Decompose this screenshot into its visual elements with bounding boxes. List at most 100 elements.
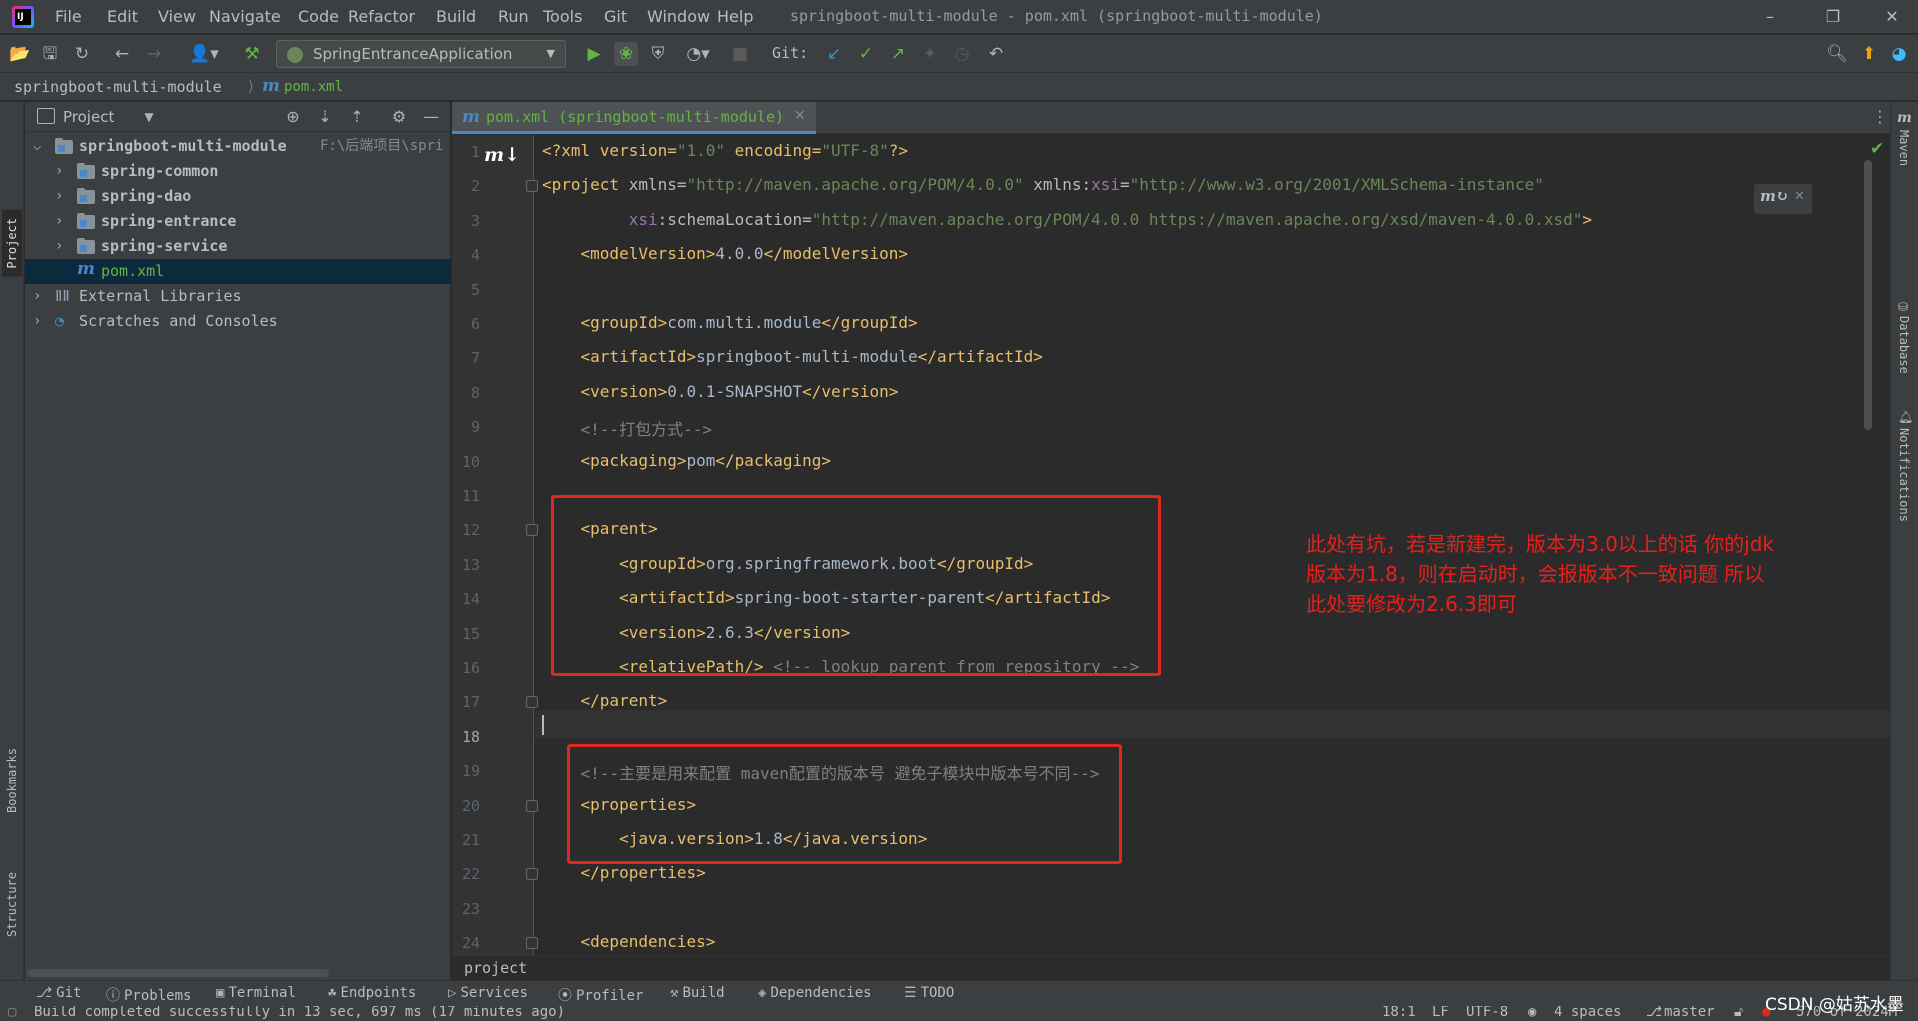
lock-icon[interactable]: 🔓︎ bbox=[1734, 1006, 1743, 1020]
menu-edit[interactable]: Edit bbox=[107, 7, 138, 26]
line-separator[interactable]: LF bbox=[1432, 1006, 1449, 1020]
indent-setting[interactable]: 4 spaces bbox=[1554, 1006, 1621, 1020]
notifications-tool-button[interactable]: Notifications bbox=[1897, 428, 1911, 522]
close-icon[interactable]: ✕ bbox=[794, 108, 806, 124]
status-toggle-icon[interactable]: ▢ bbox=[8, 1006, 16, 1020]
minimize-icon[interactable]: – bbox=[1750, 4, 1790, 30]
file-encoding[interactable]: UTF-8 bbox=[1466, 1006, 1508, 1020]
eye-icon[interactable]: ◉ bbox=[1528, 1006, 1536, 1020]
chevron-down-icon[interactable]: ▼ bbox=[139, 107, 159, 127]
structure-tool-button[interactable]: Structure bbox=[5, 872, 19, 937]
account-icon[interactable]: 👤▾ bbox=[186, 42, 222, 66]
git-commit-icon[interactable]: ✓ bbox=[854, 42, 878, 66]
tree-item-external-libraries[interactable]: › ⅡⅡ External Libraries bbox=[25, 284, 451, 309]
menu-git[interactable]: Git bbox=[604, 7, 627, 26]
gear-icon[interactable]: ⚙ bbox=[389, 107, 409, 127]
rollback-icon[interactable]: ↶ bbox=[984, 42, 1008, 66]
fold-marker-icon[interactable] bbox=[526, 799, 538, 812]
tree-item-module[interactable]: › spring-dao bbox=[25, 184, 451, 209]
tree-root-project[interactable]: ⌵ springboot-multi-module F:\后端项目\spri bbox=[25, 134, 451, 159]
menu-window[interactable]: Window bbox=[647, 7, 710, 26]
vertical-scrollbar[interactable] bbox=[1864, 160, 1872, 430]
menu-file[interactable]: File bbox=[55, 7, 82, 26]
stop-icon[interactable]: ■ bbox=[728, 42, 752, 66]
bookmarks-tool-button[interactable]: Bookmarks bbox=[5, 748, 19, 813]
git-update-icon[interactable]: ↙ bbox=[822, 42, 846, 66]
back-icon[interactable]: ← bbox=[110, 42, 134, 66]
tree-item-module[interactable]: › spring-common bbox=[25, 159, 451, 184]
tree-item-scratches[interactable]: › ◔ Scratches and Consoles bbox=[25, 309, 451, 334]
caret-position[interactable]: 18:1 bbox=[1382, 1006, 1416, 1020]
tool-build[interactable]: ⚒ Build bbox=[670, 985, 725, 1001]
editor-breadcrumb-label[interactable]: project bbox=[464, 959, 527, 977]
maven-load-changes-icon[interactable]: m↓ bbox=[484, 144, 520, 166]
tool-todo[interactable]: ☰ TODO bbox=[904, 985, 954, 1001]
horizontal-scrollbar[interactable] bbox=[27, 969, 329, 977]
tool-dependencies[interactable]: ◈ Dependencies bbox=[758, 985, 872, 1001]
inspection-ok-icon[interactable]: ✔ bbox=[1870, 139, 1884, 159]
debug-icon[interactable]: ❀ bbox=[614, 42, 638, 66]
menu-tools[interactable]: Tools bbox=[543, 7, 582, 26]
status-message[interactable]: Build completed successfully in 13 sec, … bbox=[34, 1006, 565, 1020]
fold-marker-icon[interactable] bbox=[526, 937, 538, 950]
forward-icon[interactable]: → bbox=[142, 42, 166, 66]
menu-navigate[interactable]: Navigate bbox=[209, 7, 281, 26]
menu-build[interactable]: Build bbox=[436, 7, 476, 26]
tool-terminal[interactable]: ▣ Terminal bbox=[216, 985, 296, 1001]
tool-endpoints[interactable]: ☘ Endpoints bbox=[328, 985, 416, 1001]
coverage-icon[interactable]: ⛨ bbox=[646, 42, 670, 66]
plugins-icon[interactable]: ◕ bbox=[1887, 42, 1911, 66]
update-icon[interactable]: ⬆ bbox=[1857, 42, 1881, 66]
tool-services[interactable]: ▷ Services bbox=[448, 985, 528, 1001]
project-tool-button[interactable]: Project bbox=[2, 210, 22, 277]
run-icon[interactable]: ▶ bbox=[582, 42, 606, 66]
fold-marker-icon[interactable] bbox=[526, 868, 538, 881]
restore-icon[interactable]: ❐ bbox=[1813, 4, 1853, 30]
menu-code[interactable]: Code bbox=[298, 7, 339, 26]
project-panel-title[interactable]: Project bbox=[63, 108, 114, 126]
profile-icon[interactable]: ◔▾ bbox=[680, 42, 716, 66]
database-tool-button[interactable]: Database bbox=[1897, 316, 1911, 374]
sync-icon[interactable]: ↻ bbox=[70, 42, 94, 66]
maven-tool-button[interactable]: Maven bbox=[1897, 130, 1911, 166]
chevron-right-icon[interactable]: › bbox=[55, 159, 69, 184]
menu-refactor[interactable]: Refactor bbox=[348, 7, 415, 26]
chevron-down-icon[interactable]: ⌵ bbox=[33, 134, 47, 159]
save-icon[interactable]: 🖫 bbox=[38, 42, 62, 66]
chevron-right-icon[interactable]: › bbox=[33, 309, 47, 334]
hide-panel-icon[interactable]: — bbox=[421, 107, 441, 127]
menu-view[interactable]: View bbox=[158, 7, 196, 26]
tab-pom-xml[interactable]: m pom.xml (springboot-multi-module) ✕ bbox=[452, 102, 816, 134]
fold-marker-icon[interactable] bbox=[526, 696, 538, 709]
build-hammer-icon[interactable]: ⚒ bbox=[240, 42, 264, 66]
tool-problems[interactable]: ⓘ Problems bbox=[106, 985, 191, 1005]
open-folder-icon[interactable]: 📂 bbox=[8, 42, 32, 66]
locate-icon[interactable]: ⊕ bbox=[283, 107, 303, 127]
chevron-right-icon[interactable]: › bbox=[55, 184, 69, 209]
git-pull-icon[interactable]: ✦ bbox=[918, 42, 942, 66]
tree-item-pom[interactable]: m pom.xml bbox=[25, 259, 451, 284]
git-branch[interactable]: master bbox=[1664, 1006, 1715, 1020]
menu-help[interactable]: Help bbox=[717, 7, 753, 26]
breadcrumb-project[interactable]: springboot-multi-module bbox=[14, 78, 222, 96]
history-icon[interactable]: ◷ bbox=[950, 42, 974, 66]
close-icon[interactable]: ✕ bbox=[1794, 189, 1805, 204]
tree-item-module[interactable]: › spring-service bbox=[25, 234, 451, 259]
search-icon[interactable]: 🔍︎ bbox=[1825, 42, 1849, 66]
maven-reload-icon[interactable]: m↻ bbox=[1760, 187, 1788, 205]
maven-reload-popup[interactable]: m↻ ✕ bbox=[1754, 184, 1812, 214]
tree-item-module[interactable]: › spring-entrance bbox=[25, 209, 451, 234]
collapse-all-icon[interactable]: ⇡ bbox=[347, 107, 367, 127]
chevron-right-icon[interactable]: › bbox=[55, 209, 69, 234]
chevron-right-icon[interactable]: › bbox=[55, 234, 69, 259]
tool-profiler[interactable]: ⦿ Profiler bbox=[558, 985, 643, 1005]
close-icon[interactable]: ✕ bbox=[1872, 4, 1912, 30]
fold-marker-icon[interactable] bbox=[526, 180, 538, 193]
fold-marker-icon[interactable] bbox=[526, 524, 538, 537]
expand-all-icon[interactable]: ⇣ bbox=[315, 107, 335, 127]
more-options-icon[interactable]: ⋮ bbox=[1872, 107, 1888, 126]
breadcrumb-file[interactable]: pom.xml bbox=[284, 79, 343, 95]
git-push-icon[interactable]: ↗ bbox=[886, 42, 910, 66]
tool-git[interactable]: ⎇ Git bbox=[36, 985, 81, 1001]
menu-run[interactable]: Run bbox=[498, 7, 529, 26]
